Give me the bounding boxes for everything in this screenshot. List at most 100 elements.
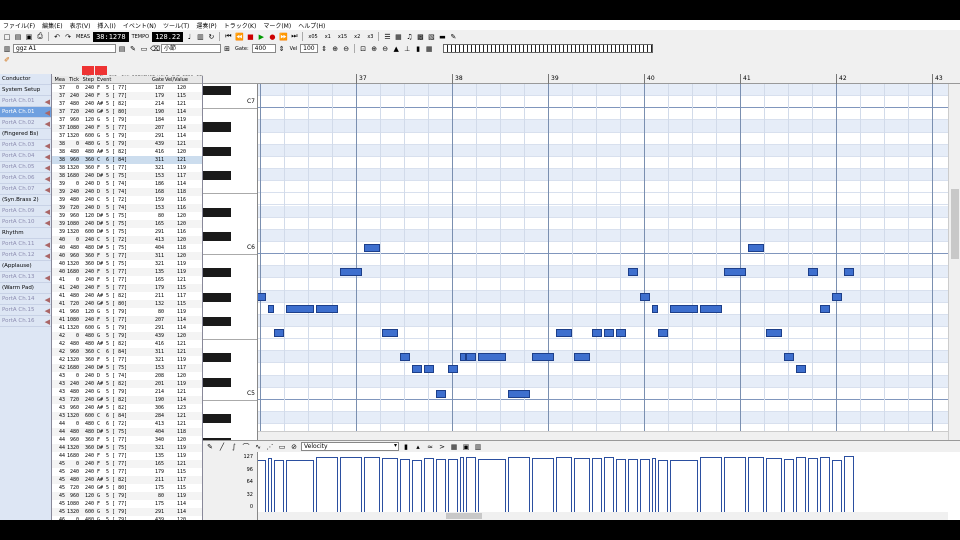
velocity-bar[interactable] xyxy=(556,457,572,512)
note[interactable] xyxy=(820,304,830,313)
event-row[interactable]: 42 480 480 A# 5 [ 82] 416 121 xyxy=(52,340,202,348)
black-key[interactable] xyxy=(203,171,231,181)
event-row[interactable]: 43 720 240 G# 5 [ 82] 190 114 xyxy=(52,396,202,404)
redo-icon[interactable]: ↷ xyxy=(63,32,73,42)
note[interactable] xyxy=(670,304,698,313)
event-row[interactable]: 39 1320 600 D# 5 [ 75] 291 116 xyxy=(52,228,202,236)
table-icon[interactable]: ▦ xyxy=(449,442,459,452)
menu-item[interactable]: 編集(E) xyxy=(42,21,62,30)
event-row[interactable]: 41 480 240 A# 5 [ 82] 211 117 xyxy=(52,292,202,300)
note[interactable] xyxy=(274,329,284,337)
zoom-button[interactable]: x3 xyxy=(367,34,373,40)
event-row[interactable]: 41 720 240 G# 5 [ 80] 132 115 xyxy=(52,300,202,308)
note[interactable] xyxy=(508,389,530,398)
track-item[interactable]: PortA Ch.07 ◀ xyxy=(0,184,51,195)
meter-icon[interactable]: ▥ xyxy=(473,442,483,452)
zoom-in-icon[interactable]: ⊕ xyxy=(330,44,340,54)
note[interactable] xyxy=(364,243,380,252)
event-row[interactable]: 44 1680 240 F 5 [ 77] 135 119 xyxy=(52,452,202,460)
wave-tool-icon[interactable]: ∿ xyxy=(253,442,263,452)
menu-item[interactable]: マーク(M) xyxy=(263,21,291,30)
horizontal-scrollbar[interactable] xyxy=(258,431,948,440)
note[interactable] xyxy=(436,389,446,398)
rewind-start-icon[interactable]: ⏮ xyxy=(223,32,233,42)
track-item[interactable]: PortA Ch.15 ◀ xyxy=(0,305,51,316)
black-key[interactable] xyxy=(203,414,231,424)
event-row[interactable]: 38 1320 360 F 5 [ 77] 321 119 xyxy=(52,164,202,172)
velocity-scroll-thumb[interactable] xyxy=(446,513,482,519)
scroll-thumb[interactable] xyxy=(951,189,959,259)
menu-item[interactable]: ファイル(F) xyxy=(3,21,35,30)
event-row[interactable]: 43 1320 600 C 6 [ 84] 284 121 xyxy=(52,412,202,420)
black-key[interactable] xyxy=(203,122,231,132)
snap-icon[interactable]: ⊞ xyxy=(222,44,232,54)
chart-icon[interactable]: ▮ xyxy=(413,44,423,54)
note[interactable] xyxy=(412,365,422,374)
record-icon[interactable]: ● xyxy=(267,32,277,42)
track-item[interactable]: PortA Ch.01 ◀ xyxy=(0,107,51,118)
event-row[interactable]: 43 240 240 A# 5 [ 82] 201 119 xyxy=(52,380,202,388)
save-icon[interactable]: ▣ xyxy=(24,32,34,42)
speaker-icon[interactable]: ◀ xyxy=(45,108,50,117)
note[interactable] xyxy=(448,365,458,374)
velocity-plot[interactable] xyxy=(258,452,948,512)
measure-number[interactable]: 43 xyxy=(932,74,943,84)
velocity-bar[interactable] xyxy=(658,459,668,512)
event-row[interactable]: 39 1080 240 D# 5 [ 75] 165 120 xyxy=(52,220,202,228)
note[interactable] xyxy=(532,353,554,362)
speaker-icon[interactable]: ◀ xyxy=(45,141,50,150)
velocity-bar[interactable] xyxy=(382,457,398,512)
event-row[interactable]: 37 960 120 G 5 [ 79] 184 119 xyxy=(52,116,202,124)
velocity-bar[interactable] xyxy=(820,456,830,512)
velocity-bar[interactable] xyxy=(508,457,530,512)
event-row[interactable]: 41 960 120 G 5 [ 79] 80 119 xyxy=(52,308,202,316)
mixer-icon[interactable]: ▥ xyxy=(195,32,205,42)
pencil-icon[interactable]: ✎ xyxy=(128,44,138,54)
stop-icon[interactable]: ■ xyxy=(245,32,255,42)
select-icon[interactable]: ▭ xyxy=(139,44,149,54)
velocity-bar[interactable] xyxy=(286,459,314,512)
random-tool-icon[interactable]: ⋰ xyxy=(265,442,275,452)
black-key[interactable] xyxy=(203,231,231,241)
speaker-icon[interactable]: ◀ xyxy=(45,119,50,128)
velocity-bar[interactable] xyxy=(424,458,434,512)
event-row[interactable]: 37 0 240 F 5 [ 77] 187 120 xyxy=(52,84,202,92)
note[interactable] xyxy=(466,353,476,362)
event-row[interactable]: 42 960 360 C 6 [ 84] 311 121 xyxy=(52,348,202,356)
speaker-icon[interactable]: ◀ xyxy=(45,174,50,183)
erase-tool-icon[interactable]: ⊘ xyxy=(289,442,299,452)
note[interactable] xyxy=(844,268,854,277)
measure-number[interactable]: 41 xyxy=(740,74,751,84)
line-tool-icon[interactable]: ╱ xyxy=(217,442,227,452)
event-row[interactable]: 40 0 240 C 5 [ 72] 413 120 xyxy=(52,236,202,244)
velocity-bar[interactable] xyxy=(604,456,614,512)
event-row[interactable]: 38 960 360 C 6 [ 84] 311 121 xyxy=(52,156,202,164)
event-row[interactable]: 45 240 240 F 5 [ 77] 179 115 xyxy=(52,468,202,476)
speaker-icon[interactable]: ◀ xyxy=(45,152,50,161)
column-header[interactable]: Step xyxy=(80,76,96,83)
speaker-icon[interactable]: ◀ xyxy=(45,97,50,106)
velocity-bar[interactable] xyxy=(796,457,806,512)
play-icon[interactable]: ▶ xyxy=(256,32,266,42)
track-item[interactable]: System Setup xyxy=(0,85,51,96)
note[interactable] xyxy=(258,292,266,301)
note[interactable] xyxy=(316,304,338,313)
event-row[interactable]: 45 1320 600 G 5 [ 79] 291 114 xyxy=(52,508,202,516)
event-row[interactable]: 38 1680 240 D# 5 [ 75] 153 117 xyxy=(52,172,202,180)
event-row[interactable]: 43 960 240 A# 5 [ 82] 306 123 xyxy=(52,404,202,412)
note[interactable] xyxy=(724,268,746,277)
note[interactable] xyxy=(748,243,764,252)
zoom-out-icon[interactable]: ⊖ xyxy=(341,44,351,54)
note[interactable] xyxy=(382,329,398,337)
zoom-fit-icon[interactable]: ⊡ xyxy=(358,44,368,54)
loop-icon[interactable]: ↻ xyxy=(206,32,216,42)
velocity-bar[interactable] xyxy=(592,457,602,512)
event-row[interactable]: 42 0 480 G 5 [ 79] 439 120 xyxy=(52,332,202,340)
column-header[interactable]: Mea xyxy=(52,76,66,83)
event-row[interactable]: 37 720 240 G# 5 [ 80] 190 114 xyxy=(52,108,202,116)
column-header[interactable]: Gate xyxy=(145,76,165,83)
open-folder-icon[interactable]: ▤ xyxy=(13,32,23,42)
velocity-bar[interactable] xyxy=(478,459,506,512)
track-item[interactable]: PortA Ch.14 ◀ xyxy=(0,294,51,305)
piano-roll-icon[interactable]: ▦ xyxy=(393,32,403,42)
